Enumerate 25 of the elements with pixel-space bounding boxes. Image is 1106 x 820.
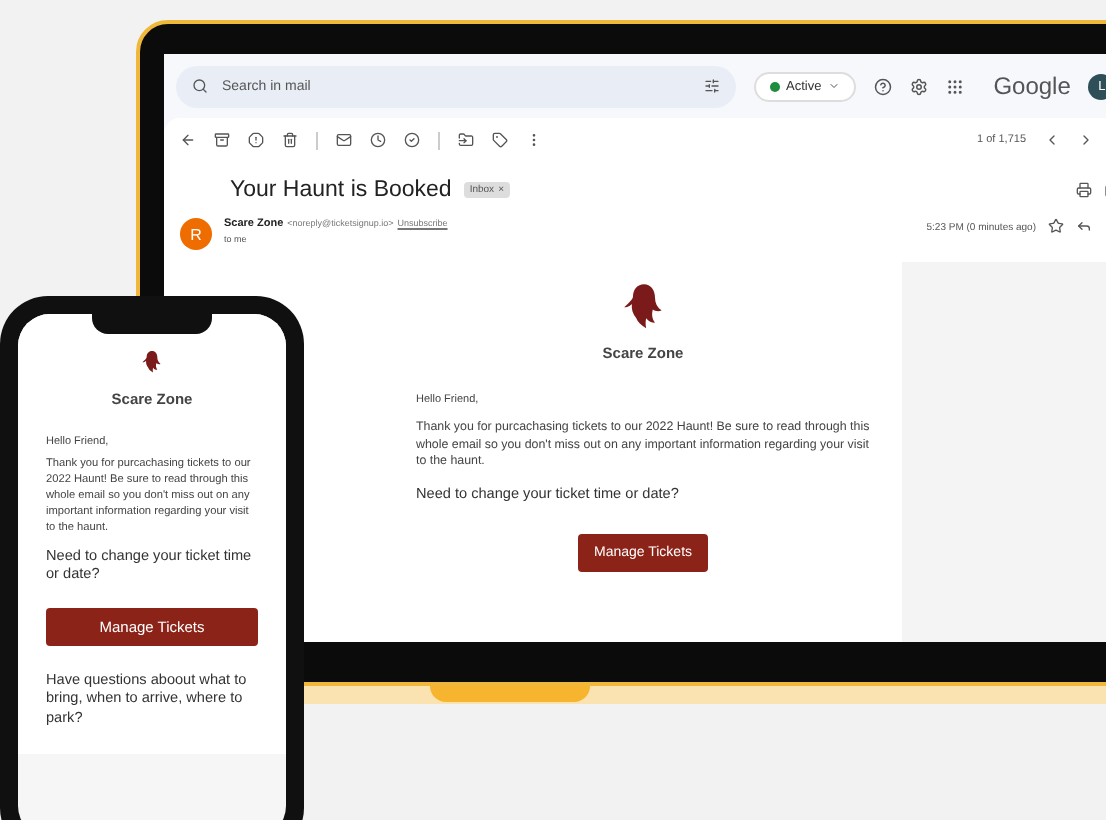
ghost-logo-icon (621, 282, 665, 331)
check-circle-icon[interactable] (404, 132, 420, 148)
print-icon[interactable] (1076, 182, 1092, 198)
previous-icon[interactable] (1044, 132, 1060, 148)
filter-icon[interactable] (704, 78, 720, 94)
phone-notch (92, 314, 212, 334)
email-subject: Your Haunt is Booked (230, 178, 452, 202)
brand-wordmark: Google (993, 72, 1071, 100)
back-icon[interactable] (180, 132, 196, 148)
status-dot-icon (770, 81, 780, 91)
settings-icon[interactable] (909, 77, 928, 95)
alert-icon[interactable] (248, 132, 264, 148)
sender-avatar: R (180, 218, 212, 250)
clock-icon[interactable] (370, 132, 386, 148)
next-icon[interactable] (1078, 132, 1094, 148)
mail-icon[interactable] (336, 132, 352, 148)
apps-grid-icon[interactable] (945, 77, 964, 95)
star-icon[interactable] (1048, 218, 1064, 234)
folder-icon[interactable] (458, 132, 474, 148)
archive-icon[interactable] (214, 132, 230, 148)
search-icon[interactable] (192, 78, 208, 94)
trash-icon[interactable] (282, 132, 298, 148)
reply-icon[interactable] (1076, 218, 1092, 234)
help-icon[interactable] (873, 77, 892, 95)
label-icon[interactable] (492, 132, 508, 148)
